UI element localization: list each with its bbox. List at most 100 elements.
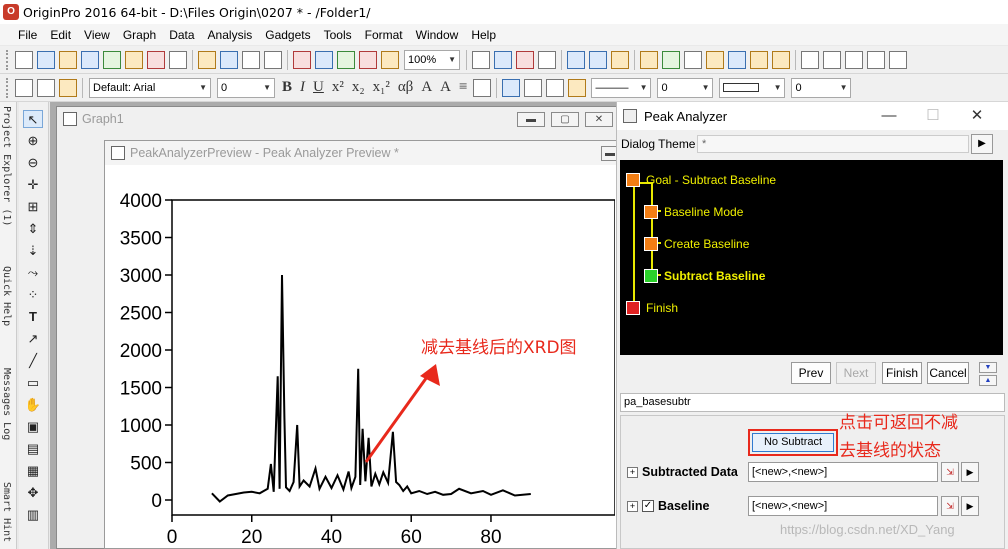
theme-menu-button[interactable]: ▶ — [971, 134, 993, 154]
pointer-icon[interactable]: ↖ — [23, 110, 43, 128]
fill-width-combo[interactable]: 0 ▼ — [791, 77, 852, 98]
dialog-theme-field[interactable]: * — [697, 135, 969, 153]
superscript-button[interactable]: x² — [332, 79, 344, 96]
notes-icon[interactable] — [706, 50, 724, 69]
new-function-icon[interactable] — [125, 50, 143, 69]
line-width-combo[interactable]: 0 ▼ — [657, 77, 714, 98]
menu-view[interactable]: View — [84, 28, 110, 42]
text-tool-icon[interactable]: T — [23, 308, 43, 326]
decrease-font-button[interactable]: A — [440, 79, 451, 96]
pattern-icon[interactable] — [524, 78, 543, 97]
import-wizard-icon[interactable] — [337, 50, 355, 69]
goal-node-subtract-baseline-step[interactable]: Subtract Baseline — [644, 269, 765, 283]
new-layout-icon[interactable] — [147, 50, 165, 69]
import-icon[interactable] — [293, 50, 311, 69]
font-combo[interactable]: Default: Arial ▼ — [89, 77, 211, 98]
save-template-icon[interactable] — [264, 50, 282, 69]
menu-format[interactable]: Format — [365, 28, 403, 42]
maximize-button[interactable]: ▢ — [551, 112, 579, 127]
zoom-combo[interactable]: 100% ▼ — [404, 49, 460, 70]
regional-selector-icon[interactable]: ⁘ — [23, 286, 43, 304]
baseline-field[interactable]: [<new>,<new>] — [748, 496, 938, 516]
insert-graph-icon[interactable]: ▤ — [23, 440, 43, 458]
font-color-icon[interactable] — [473, 78, 492, 97]
mask-icon[interactable]: ⇣ — [23, 242, 43, 260]
no-subtract-button[interactable]: No Subtract — [752, 433, 834, 452]
new-excel-icon[interactable] — [59, 50, 77, 69]
select-range-icon[interactable]: ⇲ — [941, 496, 959, 516]
new-notes-icon[interactable] — [169, 50, 187, 69]
expand-icon[interactable]: + — [627, 466, 638, 478]
expand-icon[interactable]: + — [627, 500, 638, 512]
sigma-icon[interactable] — [823, 50, 841, 69]
toolbar-grip[interactable] — [6, 49, 10, 70]
open-template-icon[interactable] — [220, 50, 238, 69]
rectangle-tool-icon[interactable]: ▭ — [23, 374, 43, 392]
film-icon[interactable] — [538, 50, 556, 69]
apps-icon[interactable] — [662, 50, 680, 69]
font-size-combo[interactable]: 0 ▼ — [217, 77, 275, 98]
select-range-icon[interactable]: ⇲ — [941, 462, 959, 482]
finish-button[interactable]: Finish — [882, 362, 922, 384]
symbol-icon[interactable] — [568, 78, 587, 97]
column-statistics-icon[interactable] — [867, 50, 885, 69]
goal-node-subtract-baseline[interactable]: Goal - Subtract Baseline — [626, 173, 776, 187]
menu-window[interactable]: Window — [416, 28, 459, 42]
new-graph-icon[interactable] — [81, 50, 99, 69]
maximize-button[interactable]: ☐ — [913, 104, 953, 128]
recalculate-icon[interactable] — [359, 50, 377, 69]
hand-tool-icon[interactable]: ✋ — [23, 396, 43, 414]
menu-gadgets[interactable]: Gadgets — [265, 28, 310, 42]
more-icon[interactable] — [889, 50, 907, 69]
options-menu-icon[interactable]: ▶ — [961, 462, 979, 482]
menu-graph[interactable]: Graph — [123, 28, 156, 42]
move-icon[interactable]: ✥ — [23, 484, 43, 502]
gear-icon[interactable] — [750, 50, 768, 69]
data-selector-icon[interactable]: ⇕ — [23, 220, 43, 238]
scroll-down-icon[interactable]: ▼ — [979, 362, 997, 373]
region-icon[interactable]: ▦ — [23, 462, 43, 480]
next-button[interactable]: Next — [836, 362, 876, 384]
paste-icon[interactable] — [59, 78, 77, 97]
menu-file[interactable]: File — [18, 28, 37, 42]
batch-processing-icon[interactable] — [381, 50, 399, 69]
tab-smart-hint[interactable]: Smart Hint — [1, 482, 12, 542]
draw-data-icon[interactable]: ⤳ — [23, 264, 43, 282]
menu-help[interactable]: Help — [471, 28, 496, 42]
goal-node-create-baseline[interactable]: Create Baseline — [644, 237, 749, 251]
import-multiple-icon[interactable] — [315, 50, 333, 69]
command-window-icon[interactable] — [611, 50, 629, 69]
menu-analysis[interactable]: Analysis — [208, 28, 253, 42]
supersubscript-button[interactable]: x₁² — [373, 79, 390, 96]
line-color-icon[interactable] — [546, 78, 565, 97]
fill-color-icon[interactable] — [502, 78, 521, 97]
screen-reader-icon[interactable]: ⊞ — [23, 198, 43, 216]
new-workbook-icon[interactable] — [37, 50, 55, 69]
origin-app-icon[interactable]: O — [3, 4, 19, 20]
prev-button[interactable]: Prev — [791, 362, 831, 384]
new-project-icon[interactable] — [15, 50, 33, 69]
export-graph-icon[interactable] — [516, 50, 534, 69]
subscript-button[interactable]: x₂ — [352, 79, 365, 96]
align-button[interactable]: ≡ — [459, 79, 467, 96]
goal-node-finish[interactable]: Finish — [626, 301, 678, 315]
subtracted-data-field[interactable]: [<new>,<new>] — [748, 462, 938, 482]
button-tool-icon[interactable]: ▣ — [23, 418, 43, 436]
save-icon[interactable] — [242, 50, 260, 69]
print-icon[interactable] — [472, 50, 490, 69]
menu-data[interactable]: Data — [169, 28, 194, 42]
line-tool-icon[interactable]: ╱ — [23, 352, 43, 370]
arrow-tool-icon[interactable]: ↗ — [23, 330, 43, 348]
minimize-button[interactable]: ▬ — [517, 112, 545, 127]
gear-icon[interactable] — [772, 50, 790, 69]
options-menu-icon[interactable]: ▶ — [961, 496, 979, 516]
open-icon[interactable] — [198, 50, 216, 69]
goal-node-baseline-mode[interactable]: Baseline Mode — [644, 205, 743, 219]
line-style-combo[interactable]: ——— ▼ — [591, 77, 652, 98]
zoom-out-icon[interactable]: ⊖ — [23, 154, 43, 172]
zoom-in-icon[interactable]: ⊕ — [23, 132, 43, 150]
tab-quick-help[interactable]: Quick Help — [1, 266, 12, 326]
border-combo[interactable]: ▼ — [719, 77, 786, 98]
bold-button[interactable]: B — [282, 79, 292, 96]
italic-button[interactable]: I — [300, 79, 305, 96]
